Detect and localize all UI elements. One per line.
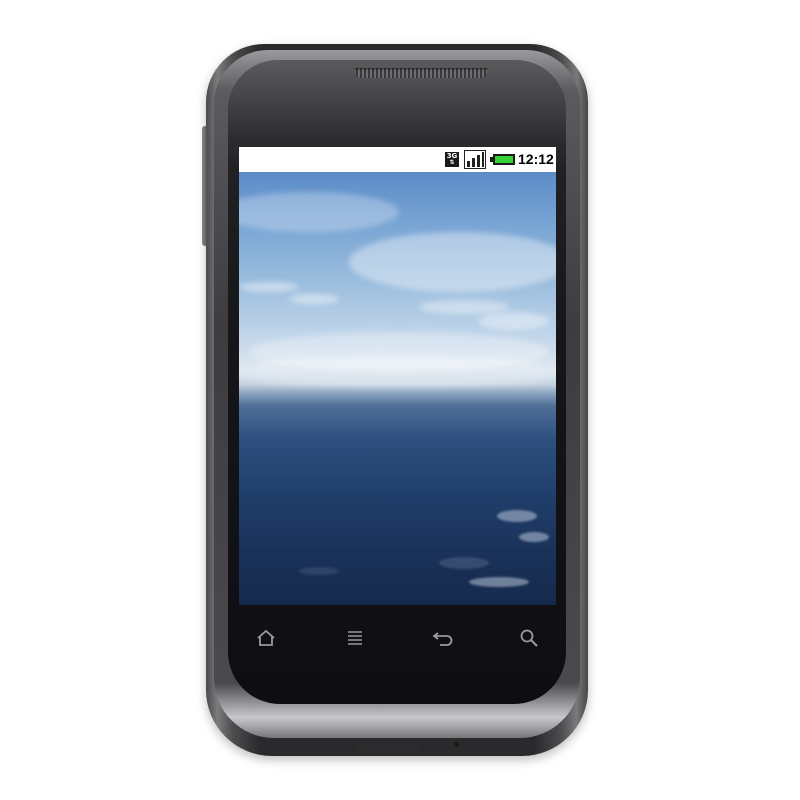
home-icon <box>257 629 275 646</box>
home-key[interactable] <box>246 620 286 656</box>
search-key[interactable] <box>509 620 549 656</box>
battery-full-icon <box>490 154 515 165</box>
menu-key[interactable] <box>335 620 375 656</box>
ocean-wallpaper[interactable] <box>239 172 556 605</box>
earpiece-speaker <box>354 68 488 78</box>
cloud <box>419 300 509 314</box>
microphone-hole <box>454 742 459 747</box>
status-bar[interactable]: 3G ⇅ 12:12 <box>239 147 556 172</box>
cloud <box>479 312 549 330</box>
wave-foam <box>469 577 529 587</box>
cloud <box>289 294 339 304</box>
back-icon <box>432 632 453 646</box>
network-3g-icon: 3G ⇅ <box>445 152 459 167</box>
menu-icon <box>348 631 362 645</box>
wave-foam <box>497 510 537 522</box>
cloud <box>239 357 556 387</box>
wave-foam <box>299 567 339 575</box>
cloud <box>239 192 399 232</box>
wave-foam <box>519 532 549 542</box>
wave-foam <box>439 557 489 569</box>
cloud <box>349 232 556 292</box>
phone-screen[interactable]: 3G ⇅ 12:12 <box>239 147 556 605</box>
usb-port <box>356 746 420 752</box>
back-key[interactable] <box>423 620 463 656</box>
signal-bars-icon <box>464 150 486 169</box>
volume-button[interactable] <box>202 126 208 246</box>
status-clock: 12:12 <box>518 151 554 167</box>
cloud <box>239 282 299 292</box>
search-icon <box>520 629 538 647</box>
